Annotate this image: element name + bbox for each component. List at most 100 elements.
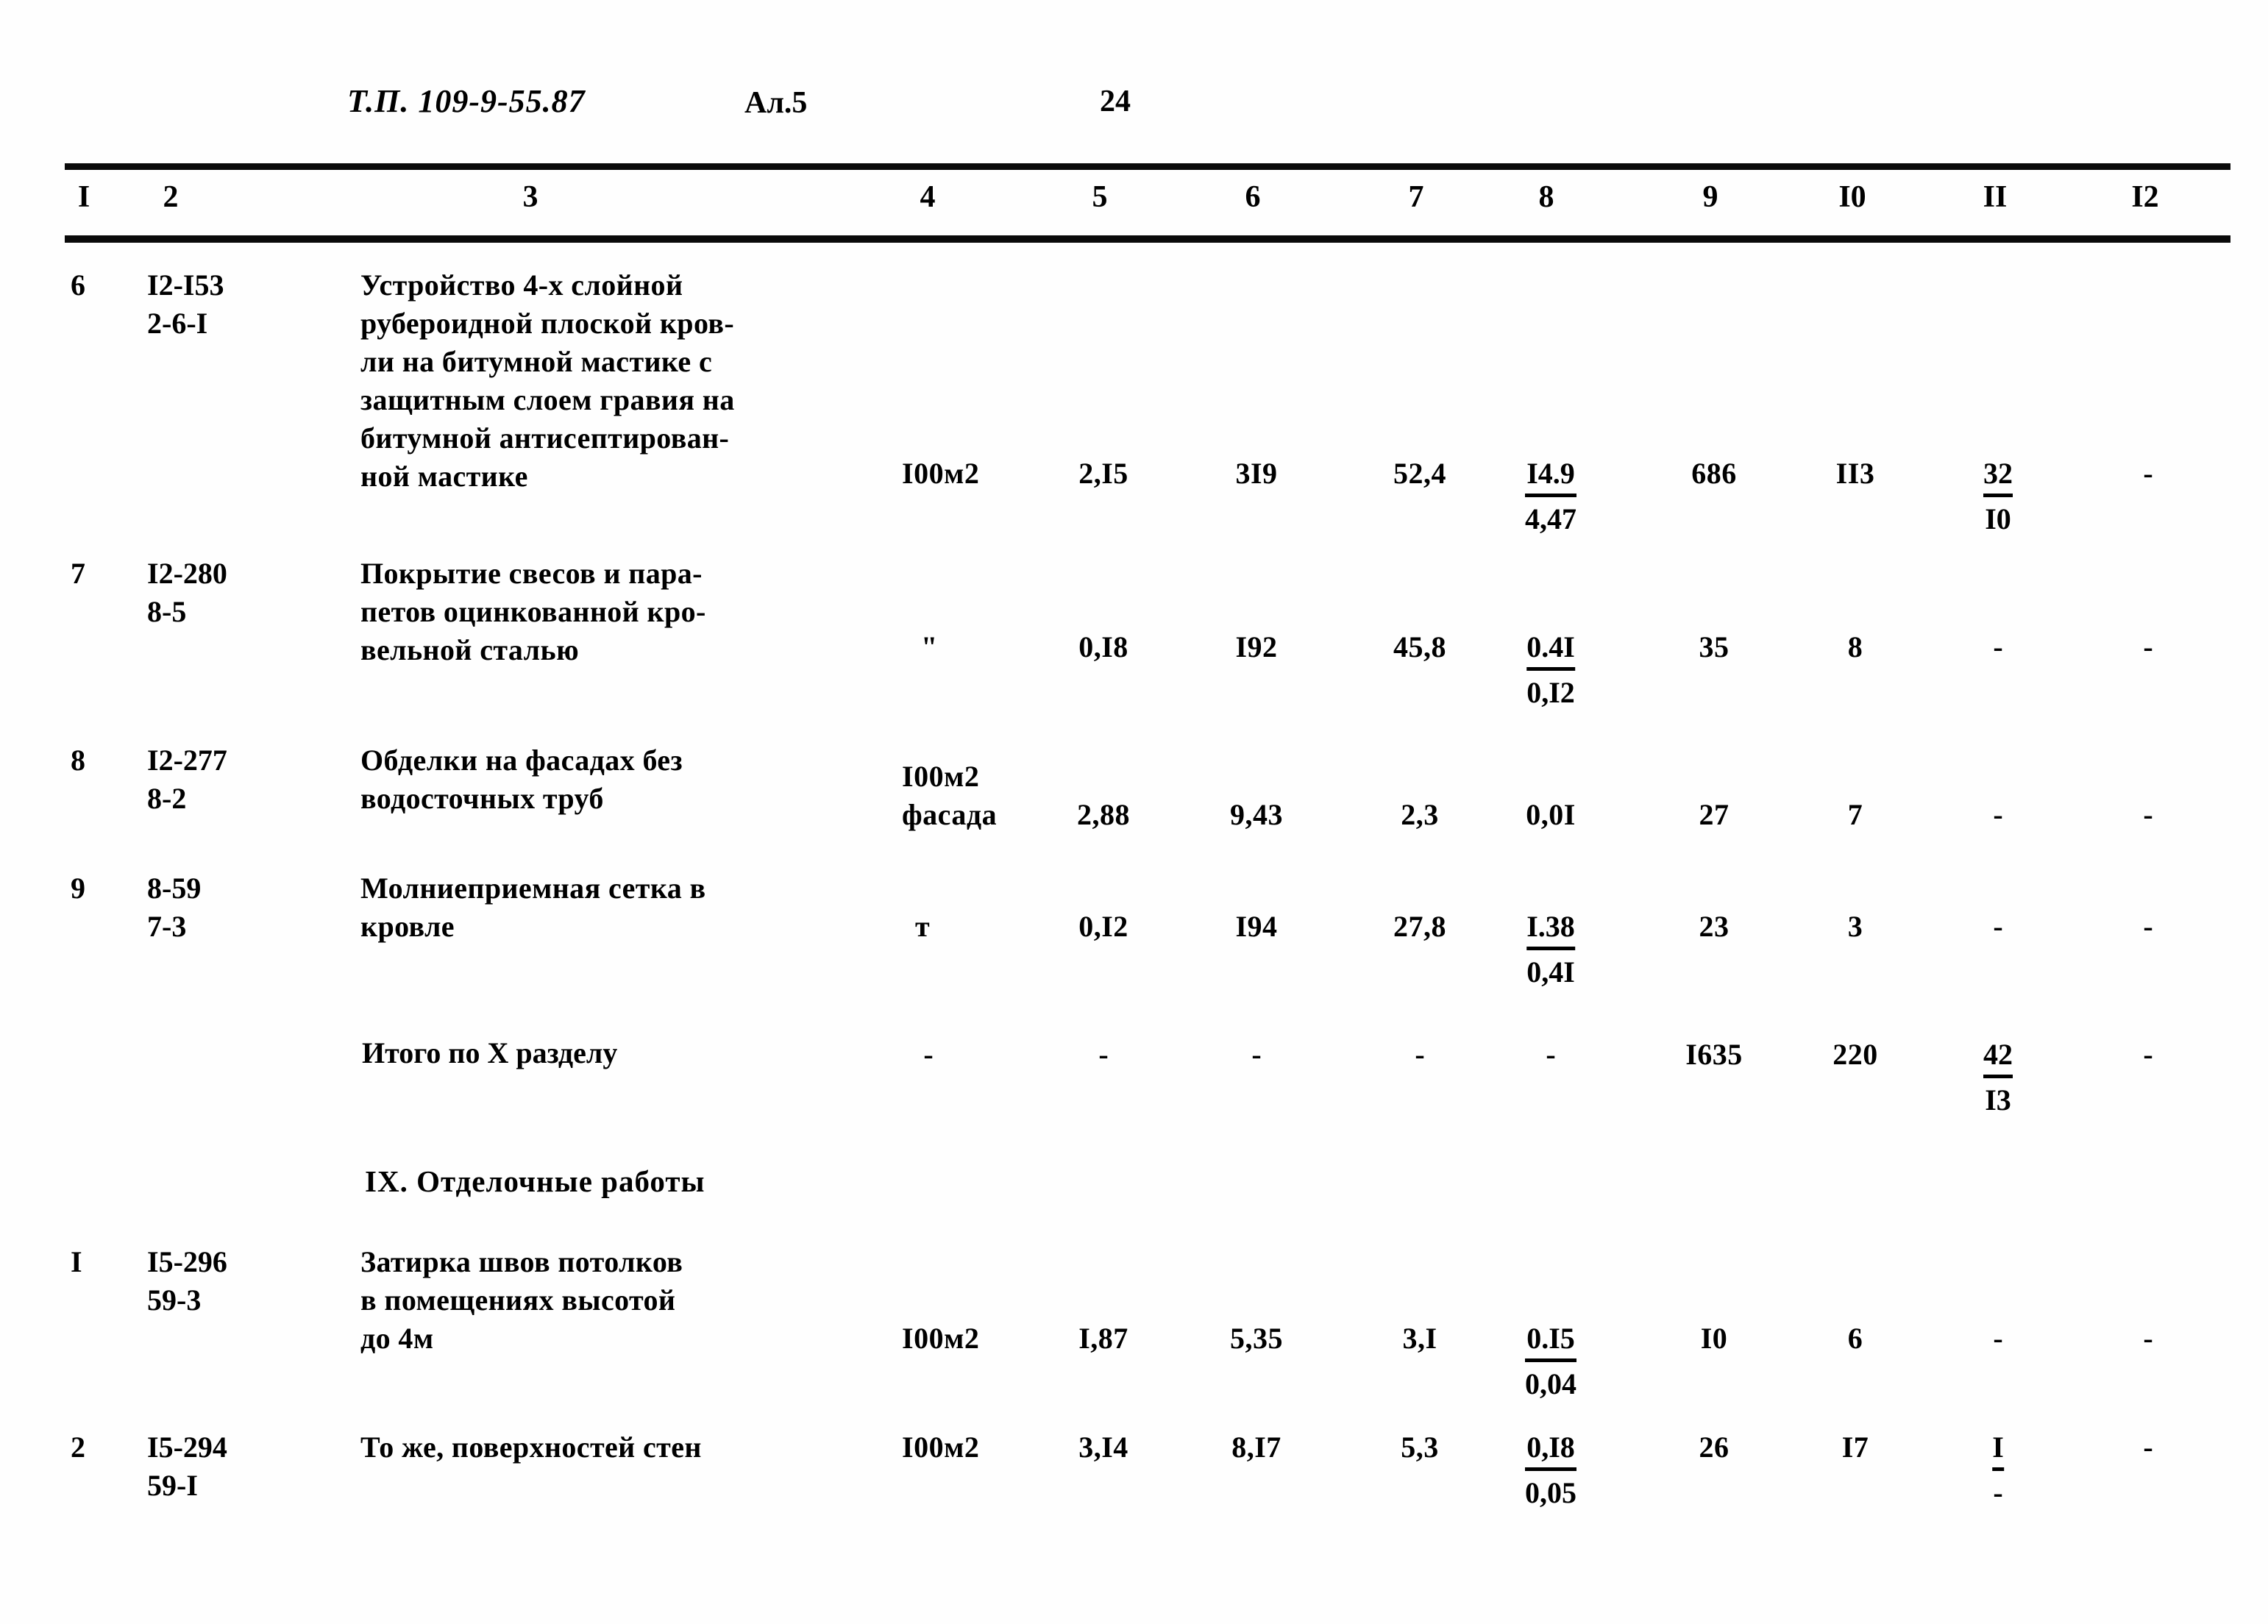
album-label: Ал.5 xyxy=(744,86,808,120)
row-col5: 2,I5 xyxy=(1078,457,1128,490)
row-col6: 3I9 xyxy=(1235,457,1278,490)
column-number-9: 9 xyxy=(1702,180,1718,214)
row-number: 2 xyxy=(71,1431,86,1464)
column-number-12: I2 xyxy=(2131,180,2159,214)
row-unit: I00м2 xyxy=(902,1431,980,1464)
row-col12: - xyxy=(2143,798,2153,831)
row-col12: - xyxy=(2143,910,2153,943)
column-number-6: 6 xyxy=(1245,180,1261,214)
row-description: Покрытие свесов и пара- петов оцинкованн… xyxy=(360,557,706,666)
document-header: Т.П. 109-9-55.87 Ал.5 24 xyxy=(0,82,2268,140)
column-number-3: 3 xyxy=(522,180,538,214)
row-description: Молниеприемная сетка в кровле xyxy=(360,872,706,943)
column-number-2: 2 xyxy=(163,180,179,214)
row-col10: I7 xyxy=(1841,1431,1869,1464)
row-col9: I0 xyxy=(1700,1322,1728,1355)
row-col8-numerator: I.38 xyxy=(1526,908,1575,950)
total-col6: - xyxy=(1251,1038,1262,1071)
row-col11-fraction: 32 I0 xyxy=(1983,455,2013,538)
row-col5: 3,I4 xyxy=(1078,1431,1128,1464)
row-col6: 9,43 xyxy=(1230,798,1283,831)
row-code: I2-280 8-5 xyxy=(147,557,227,628)
row-number: I xyxy=(71,1245,83,1278)
row-col11: - xyxy=(1993,630,2003,663)
row-unit: " xyxy=(921,630,938,663)
row-col8-denominator: 0,04 xyxy=(1525,1367,1576,1400)
column-number-8: 8 xyxy=(1538,180,1554,214)
row-col8-numerator: 0.I5 xyxy=(1525,1320,1576,1362)
column-number-10: I0 xyxy=(1838,180,1866,214)
row-col8-fraction: 0.4I 0,I2 xyxy=(1526,628,1575,712)
row-col11-denominator: - xyxy=(1993,1476,2003,1509)
row-col5: 2,88 xyxy=(1077,798,1130,831)
row-col6: 8,I7 xyxy=(1231,1431,1281,1464)
row-description: Затирка швов потолков в помещениях высот… xyxy=(360,1245,683,1355)
row-col8-fraction: I.38 0,4I xyxy=(1526,908,1575,991)
total-col7: - xyxy=(1415,1038,1425,1071)
row-col7: 52,4 xyxy=(1393,457,1446,490)
column-number-7: 7 xyxy=(1408,180,1424,214)
row-unit: т xyxy=(915,910,931,943)
total-col11-fraction: 42 I3 xyxy=(1983,1036,2013,1119)
total-col5: - xyxy=(1098,1038,1109,1071)
row-col6: 5,35 xyxy=(1230,1322,1283,1355)
row-col9: 23 xyxy=(1699,910,1730,943)
row-col8-numerator: 0.4I xyxy=(1526,628,1575,671)
row-col8-numerator: I4.9 xyxy=(1525,455,1576,497)
column-number-4: 4 xyxy=(920,180,936,214)
row-col9: 26 xyxy=(1699,1431,1730,1464)
row-col11-numerator: 32 xyxy=(1983,455,2013,497)
column-number-1: I xyxy=(77,180,90,214)
row-col10: II3 xyxy=(1835,457,1875,490)
row-description: Устройство 4-х слойной рубероидной плоск… xyxy=(360,268,735,493)
row-col10: 6 xyxy=(1847,1322,1863,1355)
row-col11-numerator: I xyxy=(1992,1428,2004,1471)
row-col11: - xyxy=(1993,798,2003,831)
row-col11: - xyxy=(1993,1322,2003,1355)
row-col8-denominator: 0,05 xyxy=(1525,1476,1576,1509)
row-code: I2-I53 2-6-I xyxy=(147,268,224,340)
row-col6: I94 xyxy=(1235,910,1278,943)
row-col7: 5,3 xyxy=(1401,1431,1439,1464)
row-description: То же, поверхностей стен xyxy=(360,1431,702,1464)
row-col7: 45,8 xyxy=(1393,630,1446,663)
row-col5: 0,I2 xyxy=(1078,910,1128,943)
row-number: 6 xyxy=(71,268,86,302)
row-unit: I00м2 фасада xyxy=(902,760,998,831)
column-number-header: I 2 3 4 5 6 7 8 9 I0 II I2 xyxy=(0,179,2268,231)
total-label: Итого по X разделу xyxy=(362,1036,618,1069)
row-number: 7 xyxy=(71,557,86,590)
row-col12: - xyxy=(2143,457,2153,490)
total-col11-denominator: I3 xyxy=(1985,1083,2011,1116)
section-heading: IX. Отделочные работы xyxy=(365,1164,705,1198)
page-number: 24 xyxy=(1100,85,1131,118)
total-col4: - xyxy=(923,1038,934,1071)
total-col10: 220 xyxy=(1832,1038,1878,1071)
row-col10: 3 xyxy=(1847,910,1863,943)
row-code: I5-296 59-3 xyxy=(147,1245,227,1317)
row-col11-fraction: I - xyxy=(1992,1428,2004,1512)
row-col12: - xyxy=(2143,1431,2153,1464)
row-code: I2-277 8-2 xyxy=(147,744,227,815)
document-code: Т.П. 109-9-55.87 xyxy=(347,83,586,119)
table-rule-bottom xyxy=(65,235,2230,243)
row-col8: 0,0I xyxy=(1526,798,1576,831)
row-col10: 7 xyxy=(1847,798,1863,831)
row-col7: 2,3 xyxy=(1401,798,1439,831)
column-number-11: II xyxy=(1983,180,2008,214)
row-col7: 3,I xyxy=(1402,1322,1437,1355)
row-col8-fraction: I4.9 4,47 xyxy=(1525,455,1576,538)
row-col8-denominator: 0,4I xyxy=(1526,955,1575,989)
row-number: 8 xyxy=(71,744,86,777)
row-col11: - xyxy=(1993,910,2003,943)
row-col12: - xyxy=(2143,1322,2153,1355)
row-col11-denominator: I0 xyxy=(1985,502,2011,535)
row-col8-fraction: 0.I5 0,04 xyxy=(1525,1320,1576,1403)
row-col10: 8 xyxy=(1847,630,1863,663)
row-code: 8-59 7-3 xyxy=(147,872,202,943)
row-code: I5-294 59-I xyxy=(147,1431,227,1502)
row-col12: - xyxy=(2143,630,2153,663)
row-col9: 27 xyxy=(1699,798,1730,831)
row-col8-fraction: 0,I8 0,05 xyxy=(1525,1428,1576,1512)
total-col11-numerator: 42 xyxy=(1983,1036,2013,1078)
